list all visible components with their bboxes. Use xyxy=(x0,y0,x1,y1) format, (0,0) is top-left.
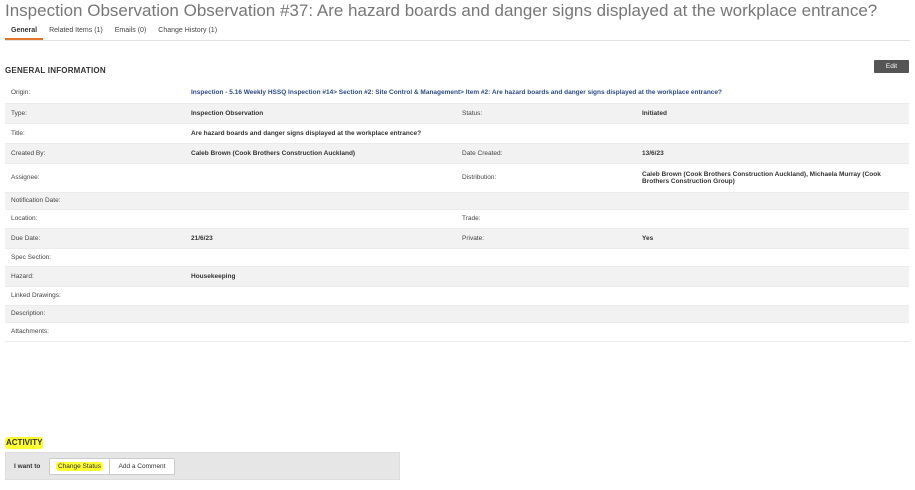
tab-general[interactable]: General xyxy=(5,24,44,40)
activity-header: ACTIVITY xyxy=(5,437,44,449)
activity-bar: I want to Change Status Add a Comment xyxy=(5,452,400,480)
edit-button[interactable]: Edit xyxy=(874,60,909,73)
distribution-value: Caleb Brown (Cook Brothers Construction … xyxy=(636,163,909,193)
status-value: Initiated xyxy=(636,103,909,124)
hazard-label: Hazard: xyxy=(5,266,185,287)
spec-section-row: Spec Section: xyxy=(5,248,909,267)
attachments-label: Attachments: xyxy=(5,322,185,342)
linked-drawings-row: Linked Drawings: xyxy=(5,286,909,306)
add-comment-label: Add a Comment xyxy=(118,463,166,470)
distribution-label: Distribution: xyxy=(456,163,636,193)
created-by-row: Created By: Caleb Brown (Cook Brothers C… xyxy=(5,143,909,164)
add-comment-button[interactable]: Add a Comment xyxy=(109,458,175,475)
change-status-label: Change Status xyxy=(55,462,103,471)
due-date-row: Due Date: 21/6/23 Private: Yes xyxy=(5,228,909,249)
change-status-button[interactable]: Change Status xyxy=(49,458,110,475)
private-label: Private: xyxy=(456,228,636,249)
description-label: Description: xyxy=(5,305,185,323)
title-row: Title: Are hazard boards and danger sign… xyxy=(5,123,909,144)
created-by-value: Caleb Brown (Cook Brothers Construction … xyxy=(185,143,456,164)
due-date-value: 21/6/23 xyxy=(185,228,456,249)
date-created-label: Date Created: xyxy=(456,143,636,164)
origin-link[interactable]: Inspection - 5.16 Weekly HSSQ Inspection… xyxy=(185,83,909,104)
due-date-label: Due Date: xyxy=(5,228,185,249)
origin-label: Origin: xyxy=(5,83,185,104)
page-title: Inspection Observation Observation #37: … xyxy=(5,1,878,20)
general-information-table: Origin: Inspection - 5.16 Weekly HSSQ In… xyxy=(5,83,909,342)
hazard-value: Housekeeping xyxy=(185,266,456,287)
tab-bar: General Related Items (1) Emails (0) Cha… xyxy=(5,24,910,41)
general-information-header: GENERAL INFORMATION xyxy=(5,66,106,75)
attachments-row: Attachments: xyxy=(5,322,909,342)
hazard-row: Hazard: Housekeeping xyxy=(5,266,909,287)
title-label: Title: xyxy=(5,123,185,144)
location-label: Location: xyxy=(5,209,185,229)
created-by-label: Created By: xyxy=(5,143,185,164)
tab-related-items[interactable]: Related Items (1) xyxy=(43,24,109,40)
notification-date-label: Notification Date: xyxy=(5,192,185,210)
assignee-row: Assignee: Distribution: Caleb Brown (Coo… xyxy=(5,163,909,193)
title-value: Are hazard boards and danger signs displ… xyxy=(185,123,909,144)
location-row: Location: Trade: xyxy=(5,209,909,229)
type-value: Inspection Observation xyxy=(185,103,456,124)
assignee-value xyxy=(185,163,456,193)
date-created-value: 13/6/23 xyxy=(636,143,909,164)
linked-drawings-label: Linked Drawings: xyxy=(5,286,185,306)
assignee-label: Assignee: xyxy=(5,163,185,193)
notification-date-row: Notification Date: xyxy=(5,192,909,210)
tab-emails[interactable]: Emails (0) xyxy=(109,24,153,40)
private-value: Yes xyxy=(636,228,909,249)
trade-label: Trade: xyxy=(456,209,636,229)
type-row: Type: Inspection Observation Status: Ini… xyxy=(5,103,909,124)
origin-row: Origin: Inspection - 5.16 Weekly HSSQ In… xyxy=(5,83,909,104)
spec-section-label: Spec Section: xyxy=(5,248,185,267)
i-want-to-label: I want to xyxy=(14,463,41,470)
status-label: Status: xyxy=(456,103,636,124)
tab-change-history[interactable]: Change History (1) xyxy=(152,24,223,40)
type-label: Type: xyxy=(5,103,185,124)
description-row: Description: xyxy=(5,305,909,323)
